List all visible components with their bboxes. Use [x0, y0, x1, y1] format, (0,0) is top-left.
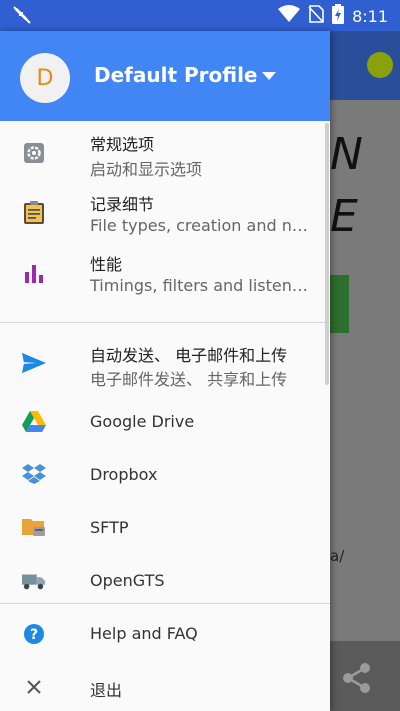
menu-item-title: 自动发送、 电子邮件和上传 — [90, 346, 288, 365]
menu-item-title: Help and FAQ — [90, 624, 198, 643]
chevron-down-icon[interactable] — [262, 72, 276, 80]
background-text: N — [330, 129, 363, 180]
background-toolbar — [330, 31, 400, 100]
menu-item-help[interactable]: ? Help and FAQ — [0, 607, 330, 660]
battery-icon — [332, 4, 345, 28]
help-icon: ? — [22, 622, 46, 646]
menu-item-title: 记录细节 — [90, 195, 155, 214]
menu-item-opengts[interactable]: OpenGTS — [0, 554, 330, 607]
gear-icon — [22, 141, 46, 165]
menu-item-logging-details[interactable]: 记录细节 File types, creation and naming — [0, 183, 330, 243]
profile-name[interactable]: Default Profile — [94, 63, 258, 87]
wifi-icon — [278, 5, 301, 27]
menu-item-subtitle: 电子邮件发送、 共享和上传 — [90, 370, 288, 389]
menu-item-exit[interactable]: 退出 — [0, 660, 330, 711]
menu-item-title: SFTP — [90, 518, 129, 537]
menu-item-general-options[interactable]: 常规选项 启动和显示选项 — [0, 123, 330, 183]
menu-item-subtitle: Timings, filters and listeners — [90, 276, 312, 295]
clipboard-icon — [22, 201, 46, 225]
menu-item-title: 退出 — [90, 681, 123, 700]
background-button — [330, 275, 349, 333]
sftp-folder-icon — [22, 515, 46, 539]
menu-item-title: OpenGTS — [90, 571, 165, 590]
dropbox-icon — [22, 462, 46, 486]
close-icon — [22, 675, 46, 699]
status-dot — [367, 52, 393, 78]
menu-item-subtitle: 启动和显示选项 — [90, 160, 203, 179]
menu-item-title: 性能 — [90, 255, 123, 274]
satellite-off-icon — [12, 5, 32, 29]
divider — [0, 603, 330, 604]
menu-item-title: 常规选项 — [90, 135, 155, 154]
background-text: E — [330, 191, 358, 242]
send-icon — [22, 351, 46, 375]
google-drive-icon — [22, 410, 46, 434]
background-url-text: a/ — [330, 547, 345, 565]
menu-item-auto-send[interactable]: 自动发送、 电子邮件和上传 电子邮件发送、 共享和上传 — [0, 331, 330, 395]
menu-item-title: Dropbox — [90, 465, 158, 484]
menu-item-subtitle: File types, creation and naming — [90, 216, 312, 235]
menu-item-title: Google Drive — [90, 412, 195, 431]
drawer-header[interactable]: D Default Profile — [0, 31, 330, 121]
menu-item-sftp[interactable]: SFTP — [0, 501, 330, 554]
status-bar: 8:11 — [0, 0, 400, 31]
share-icon — [340, 661, 374, 699]
no-sim-icon — [308, 5, 324, 27]
background-bottom-bar — [330, 641, 400, 711]
navigation-drawer: D Default Profile 常规选项 启动和显示选项 记录细节 File… — [0, 31, 330, 711]
scrollbar[interactable] — [325, 123, 329, 385]
divider — [0, 322, 330, 323]
truck-icon — [22, 569, 46, 593]
menu-item-dropbox[interactable]: Dropbox — [0, 448, 330, 501]
svg-text:?: ? — [30, 627, 38, 643]
avatar[interactable]: D — [20, 53, 70, 103]
menu-item-performance[interactable]: 性能 Timings, filters and listeners — [0, 243, 330, 303]
menu-item-google-drive[interactable]: Google Drive — [0, 395, 330, 448]
status-time: 8:11 — [352, 6, 388, 26]
background-app[interactable]: N E a/ — [330, 31, 400, 711]
bar-chart-icon — [22, 261, 46, 285]
